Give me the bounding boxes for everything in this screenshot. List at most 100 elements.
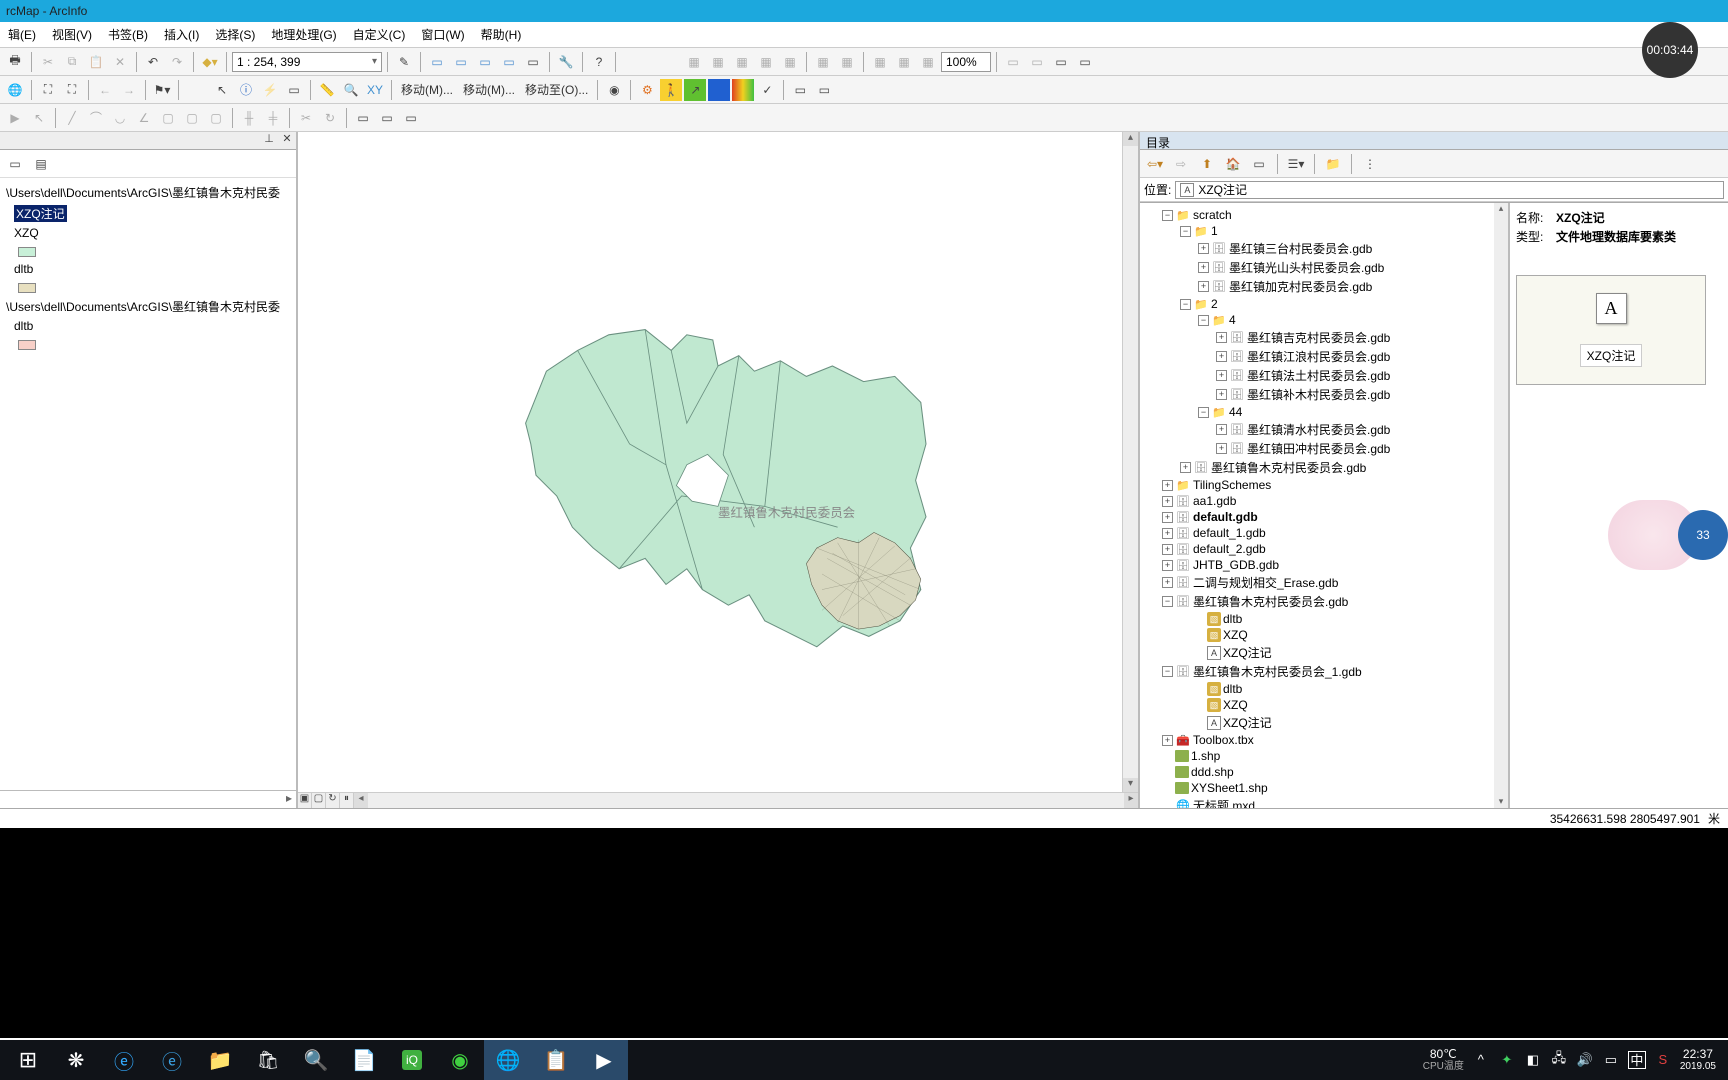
expander-icon[interactable]: + xyxy=(1216,370,1227,381)
taskbar-edge[interactable]: ⓔ xyxy=(148,1040,196,1080)
toc-group-2[interactable]: \Users\dell\Documents\ArcGIS\墨红镇鲁木克村民委 xyxy=(2,296,294,317)
expander-icon[interactable]: − xyxy=(1198,407,1209,418)
help-icon[interactable]: ? xyxy=(588,51,610,73)
window-5-icon[interactable]: ▭ xyxy=(522,51,544,73)
print-icon[interactable]: 🖶 xyxy=(4,51,26,73)
expander-icon[interactable]: + xyxy=(1162,528,1173,539)
taskbar-app-12[interactable]: ▶ xyxy=(580,1040,628,1080)
tray-sogou-icon[interactable]: S xyxy=(1654,1051,1672,1069)
tray-volume-icon[interactable]: 🔊 xyxy=(1576,1051,1594,1069)
taskbar-notepad[interactable]: 📄 xyxy=(340,1040,388,1080)
blue-box-icon[interactable] xyxy=(708,79,730,101)
draw-4-icon[interactable]: ▭ xyxy=(1074,51,1096,73)
toc-group-1[interactable]: \Users\dell\Documents\ArcGIS\墨红镇鲁木克村民委 xyxy=(2,182,294,203)
floating-widget[interactable]: 33 xyxy=(1608,500,1728,580)
walk-icon[interactable]: 🚶 xyxy=(660,79,682,101)
scroll-right-icon[interactable]: ▸ xyxy=(1124,793,1138,808)
menu-geoprocessing[interactable]: 地理处理(G) xyxy=(263,23,344,46)
add-data-icon[interactable]: ◆▾ xyxy=(199,51,221,73)
data-view-icon[interactable]: ▣ xyxy=(298,793,312,808)
recording-timer[interactable]: 00:03:44 xyxy=(1642,22,1698,78)
globe-icon[interactable]: 🌐 xyxy=(4,79,26,101)
list-view-icon[interactable]: ☰▾ xyxy=(1285,153,1307,175)
taskbar-360[interactable]: ◉ xyxy=(436,1040,484,1080)
taskbar-iqiyi[interactable]: iQ xyxy=(388,1040,436,1080)
connect-folder-icon[interactable]: 📁 xyxy=(1322,153,1344,175)
window-3-icon[interactable]: ▭ xyxy=(474,51,496,73)
tree-options-icon[interactable]: ⋮ xyxy=(1359,153,1381,175)
menu-help[interactable]: 帮助(H) xyxy=(473,23,530,46)
toc-tree[interactable]: \Users\dell\Documents\ArcGIS\墨红镇鲁木克村民委 X… xyxy=(0,178,296,790)
expander-icon[interactable]: + xyxy=(1162,560,1173,571)
expander-icon[interactable]: + xyxy=(1162,496,1173,507)
home-icon[interactable]: 🏠 xyxy=(1222,153,1244,175)
taskbar-sogou[interactable]: 🔍 xyxy=(292,1040,340,1080)
location-input[interactable]: A XZQ注记 xyxy=(1175,181,1724,199)
gradient-icon[interactable] xyxy=(732,79,754,101)
taskbar-explorer[interactable]: 📁 xyxy=(196,1040,244,1080)
up-icon[interactable]: ⬆ xyxy=(1196,153,1218,175)
expander-icon[interactable]: + xyxy=(1216,389,1227,400)
expander-icon[interactable]: − xyxy=(1162,596,1173,607)
expander-icon[interactable]: + xyxy=(1216,424,1227,435)
tray-up-icon[interactable]: ^ xyxy=(1472,1051,1490,1069)
expander-icon[interactable]: + xyxy=(1198,262,1209,273)
back-icon[interactable]: ⇦▾ xyxy=(1144,153,1166,175)
sketch-props-icon[interactable]: ▭ xyxy=(376,107,398,129)
start-button[interactable]: ⊞ xyxy=(4,1040,52,1080)
catalog-tree[interactable]: −📁scratch −📁1 +🗄墨红镇三台村民委员会.gdb +🗄墨红镇光山头村… xyxy=(1140,203,1508,808)
nav-move-3[interactable]: 移动至(O)... xyxy=(521,81,592,98)
check-icon[interactable]: ✓ xyxy=(756,79,778,101)
scroll-left-icon[interactable]: ◂ xyxy=(354,793,368,808)
toggle-icon[interactable]: ▭ xyxy=(1248,153,1270,175)
taskbar-app-1[interactable]: ❋ xyxy=(52,1040,100,1080)
toc-layer-xzq[interactable]: XZQ xyxy=(2,224,294,242)
menu-edit[interactable]: 辑(E) xyxy=(0,23,44,46)
expander-icon[interactable]: + xyxy=(1162,512,1173,523)
identify-icon[interactable]: ⓘ xyxy=(235,79,257,101)
expander-icon[interactable]: + xyxy=(1198,281,1209,292)
toc-layer-xzq-anno[interactable]: XZQ注记 xyxy=(2,203,294,224)
search-window-icon[interactable]: ▭ xyxy=(813,79,835,101)
expander-icon[interactable]: + xyxy=(1216,351,1227,362)
scale-combo[interactable]: 1 : 254, 399 xyxy=(232,52,382,72)
clock-time[interactable]: 22:37 xyxy=(1680,1047,1716,1061)
measure-icon[interactable]: 📏 xyxy=(316,79,338,101)
map-view[interactable]: 墨红镇鲁木克村民委员会 ▴ ▾ ▣ ▢ ↻ ⏸ ◂ ▸ xyxy=(298,132,1140,808)
tray-battery-icon[interactable]: ▭ xyxy=(1602,1051,1620,1069)
tray-ime-icon[interactable]: 中 xyxy=(1628,1051,1646,1069)
list-by-drawing-icon[interactable]: ▭ xyxy=(4,153,26,175)
taskbar-arcmap[interactable]: 🌐 xyxy=(484,1040,532,1080)
widget-counter[interactable]: 33 xyxy=(1678,510,1728,560)
scroll-down-icon[interactable]: ▾ xyxy=(1494,796,1508,808)
menu-insert[interactable]: 插入(I) xyxy=(156,23,207,46)
select-flag-icon[interactable]: ⚑▾ xyxy=(151,79,173,101)
network-icon[interactable]: ⚙ xyxy=(636,79,658,101)
python-icon[interactable]: 🔧 xyxy=(555,51,577,73)
nav-move-2[interactable]: 移动(M)... xyxy=(459,81,519,98)
goto-xy-icon[interactable]: XY xyxy=(364,79,386,101)
taskbar-ie[interactable]: ⓔ xyxy=(100,1040,148,1080)
select-pointer-icon[interactable]: ↖ xyxy=(211,79,233,101)
layout-view-icon[interactable]: ▢ xyxy=(312,793,326,808)
expander-icon[interactable]: − xyxy=(1180,226,1191,237)
expander-icon[interactable]: + xyxy=(1162,577,1173,588)
expander-icon[interactable]: + xyxy=(1198,243,1209,254)
editor-toolbar-icon[interactable]: ✎ xyxy=(393,51,415,73)
taskbar-app-11[interactable]: 📋 xyxy=(532,1040,580,1080)
window-2-icon[interactable]: ▭ xyxy=(450,51,472,73)
time-slider-icon[interactable]: ◉ xyxy=(603,79,625,101)
map-hscroll[interactable]: ▣ ▢ ↻ ⏸ ◂ ▸ xyxy=(298,792,1138,808)
taskbar-store[interactable]: 🛍 xyxy=(244,1040,292,1080)
expander-icon[interactable]: + xyxy=(1162,480,1173,491)
map-canvas[interactable]: 墨红镇鲁木克村民委员会 xyxy=(298,132,1138,808)
catalog-vscroll[interactable]: ▴ ▾ xyxy=(1494,203,1508,808)
expander-icon[interactable]: − xyxy=(1198,315,1209,326)
nav-move-1[interactable]: 移动(M)... xyxy=(397,81,457,98)
pin-icon[interactable]: ⊥ xyxy=(260,132,278,149)
menu-customize[interactable]: 自定义(C) xyxy=(345,23,414,46)
scroll-up-icon[interactable]: ▴ xyxy=(1123,132,1138,146)
menu-select[interactable]: 选择(S) xyxy=(207,23,263,46)
window-4-icon[interactable]: ▭ xyxy=(498,51,520,73)
tray-app-2-icon[interactable]: ◧ xyxy=(1524,1051,1542,1069)
